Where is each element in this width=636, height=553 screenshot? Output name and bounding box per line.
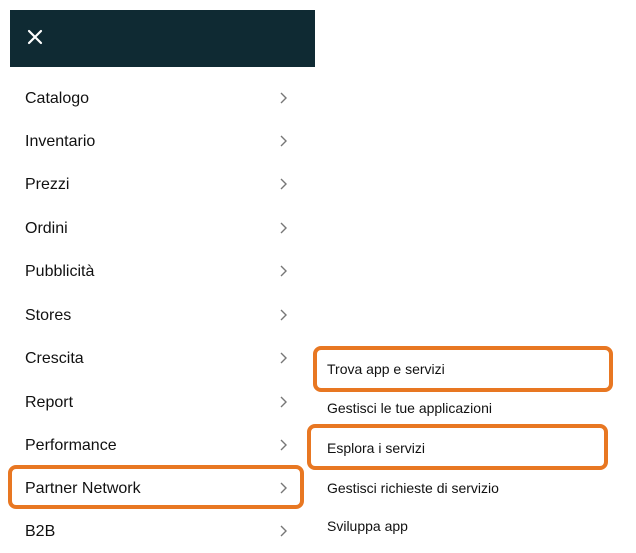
nav-item-prezzi[interactable]: Prezzi: [10, 166, 300, 206]
chevron-right-icon: [280, 309, 287, 321]
close-icon[interactable]: [24, 26, 46, 48]
nav-item-stores[interactable]: Stores: [10, 297, 300, 337]
chevron-right-icon: [280, 525, 287, 537]
nav-item-label: Partner Network: [25, 480, 141, 497]
nav-item-inventario[interactable]: Inventario: [10, 123, 300, 163]
chevron-right-icon: [280, 178, 287, 190]
chevron-right-icon: [280, 222, 287, 234]
chevron-right-icon: [280, 265, 287, 277]
nav-item-pubblicita[interactable]: Pubblicità: [10, 253, 300, 293]
nav-item-label: Catalogo: [25, 90, 90, 107]
chevron-right-icon: [280, 135, 287, 147]
chevron-right-icon: [280, 92, 287, 104]
submenu-item-sviluppa-app[interactable]: Sviluppa app: [327, 518, 408, 534]
nav-item-label: Crescita: [25, 350, 84, 367]
nav-item-label: Prezzi: [25, 176, 70, 193]
nav-item-performance[interactable]: Performance: [10, 427, 300, 467]
nav-item-crescita[interactable]: Crescita: [10, 340, 300, 380]
nav-item-label: Ordini: [25, 220, 68, 237]
chevron-right-icon: [280, 482, 287, 494]
nav-item-catalogo[interactable]: Catalogo: [10, 80, 300, 120]
submenu-item-gestisci-applicazioni[interactable]: Gestisci le tue applicazioni: [327, 400, 492, 416]
submenu-item-esplora-servizi[interactable]: Esplora i servizi: [327, 440, 425, 456]
nav-item-b2b[interactable]: B2B: [10, 513, 300, 553]
submenu-item-trova-app[interactable]: Trova app e servizi: [327, 361, 445, 377]
nav-item-report[interactable]: Report: [10, 384, 300, 424]
chevron-right-icon: [280, 439, 287, 451]
nav-item-label: Pubblicità: [25, 263, 95, 280]
nav-item-partner-network[interactable]: Partner Network: [10, 470, 300, 510]
nav-item-ordini[interactable]: Ordini: [10, 210, 300, 250]
nav-item-label: Inventario: [25, 133, 96, 150]
nav-item-label: Performance: [25, 437, 117, 454]
nav-item-label: Report: [25, 394, 74, 411]
submenu-item-gestisci-richieste[interactable]: Gestisci richieste di servizio: [327, 480, 499, 496]
nav-item-label: B2B: [25, 523, 56, 540]
chevron-right-icon: [280, 352, 287, 364]
menu-header: [10, 10, 315, 67]
chevron-right-icon: [280, 396, 287, 408]
nav-item-label: Stores: [25, 307, 72, 324]
